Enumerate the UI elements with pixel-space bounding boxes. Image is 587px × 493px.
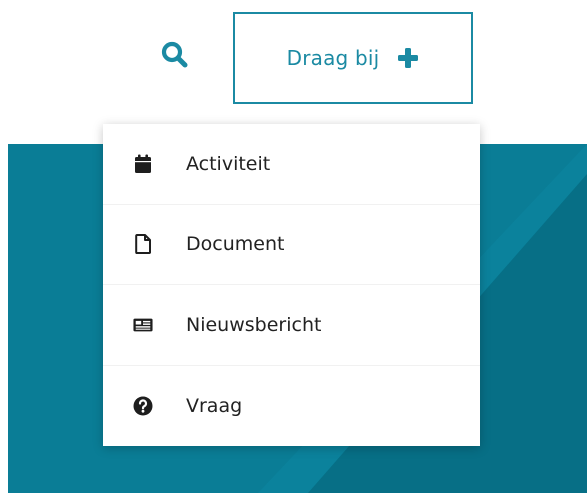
search-button[interactable] <box>158 38 192 72</box>
search-icon <box>161 41 188 68</box>
question-circle-icon <box>133 396 153 416</box>
menu-item-label: Vraag <box>186 394 243 417</box>
menu-item-label: Nieuwsbericht <box>186 313 322 336</box>
page: Draag bij Activiteit Document Nieuwsberi… <box>0 0 587 493</box>
contribute-label: Draag bij <box>286 46 380 70</box>
newspaper-icon <box>133 315 153 335</box>
menu-item-label: Activiteit <box>186 152 271 175</box>
menu-item-vraag[interactable]: Vraag <box>103 366 480 447</box>
plus-icon <box>398 48 419 68</box>
file-icon <box>133 234 153 255</box>
contribute-button[interactable]: Draag bij <box>233 12 473 104</box>
contribute-dropdown-menu: Activiteit Document Nieuwsbericht Vraag <box>103 124 480 446</box>
menu-item-nieuwsbericht[interactable]: Nieuwsbericht <box>103 285 480 366</box>
calendar-icon <box>133 154 153 174</box>
menu-item-document[interactable]: Document <box>103 205 480 285</box>
menu-item-label: Document <box>186 233 285 256</box>
menu-item-activiteit[interactable]: Activiteit <box>103 124 480 205</box>
